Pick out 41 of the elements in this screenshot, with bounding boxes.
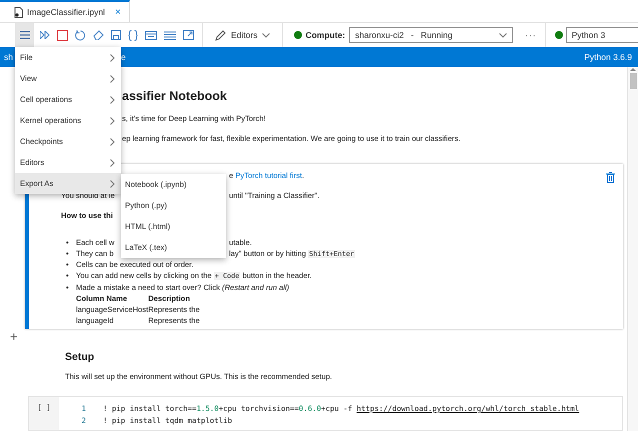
notebook-tab[interactable]: ImageClassifier.ipynl ×	[0, 0, 130, 22]
eraser-icon[interactable]	[93, 30, 104, 40]
file-icon	[14, 6, 23, 18]
more-button[interactable]: ···	[525, 30, 537, 40]
tab-title: ImageClassifier.ipynl	[27, 7, 105, 17]
trash-icon[interactable]	[606, 172, 615, 183]
chevron-right-icon	[110, 180, 115, 188]
status-dot	[294, 31, 302, 39]
kernel-version: Python 3.6.9	[584, 52, 632, 62]
menu-icon[interactable]	[20, 31, 30, 39]
compute-select[interactable]: sharonxu-ci2 - Running	[349, 27, 514, 43]
chevron-right-icon	[110, 96, 115, 104]
run-all-icon[interactable]	[40, 31, 50, 39]
panel-icon[interactable]	[145, 30, 157, 40]
save-icon[interactable]	[111, 30, 121, 40]
chevron-right-icon	[110, 116, 115, 124]
pencil-icon	[215, 30, 226, 40]
chevron-down-icon	[262, 32, 270, 38]
notebook-title: assifier Notebook	[122, 88, 228, 105]
restart-icon[interactable]	[75, 30, 86, 40]
stop-icon[interactable]	[57, 30, 68, 40]
chevron-right-icon	[110, 74, 115, 82]
menu-button[interactable]	[15, 23, 34, 47]
scrollbar-thumb[interactable]	[630, 73, 636, 89]
braces-icon[interactable]	[128, 30, 138, 40]
compute-label: Compute:	[305, 30, 346, 40]
notebook-name: e	[120, 52, 126, 62]
status-dot	[554, 31, 563, 39]
list-icon[interactable]	[164, 30, 176, 40]
add-cell-button[interactable]: +	[10, 330, 21, 343]
kernel-field[interactable]: Python 3	[566, 27, 638, 43]
export-icon[interactable]	[183, 30, 194, 40]
section-heading: Setup	[65, 350, 96, 364]
editors-dropdown[interactable]: Editors	[211, 30, 274, 40]
chevron-down-icon	[499, 32, 508, 38]
close-icon[interactable]: ×	[114, 6, 121, 18]
chevron-right-icon	[110, 158, 115, 166]
chevron-right-icon	[110, 54, 115, 62]
scrollbar[interactable]	[627, 67, 638, 431]
chevron-right-icon	[110, 138, 115, 146]
notebook-name: sh	[4, 52, 13, 62]
